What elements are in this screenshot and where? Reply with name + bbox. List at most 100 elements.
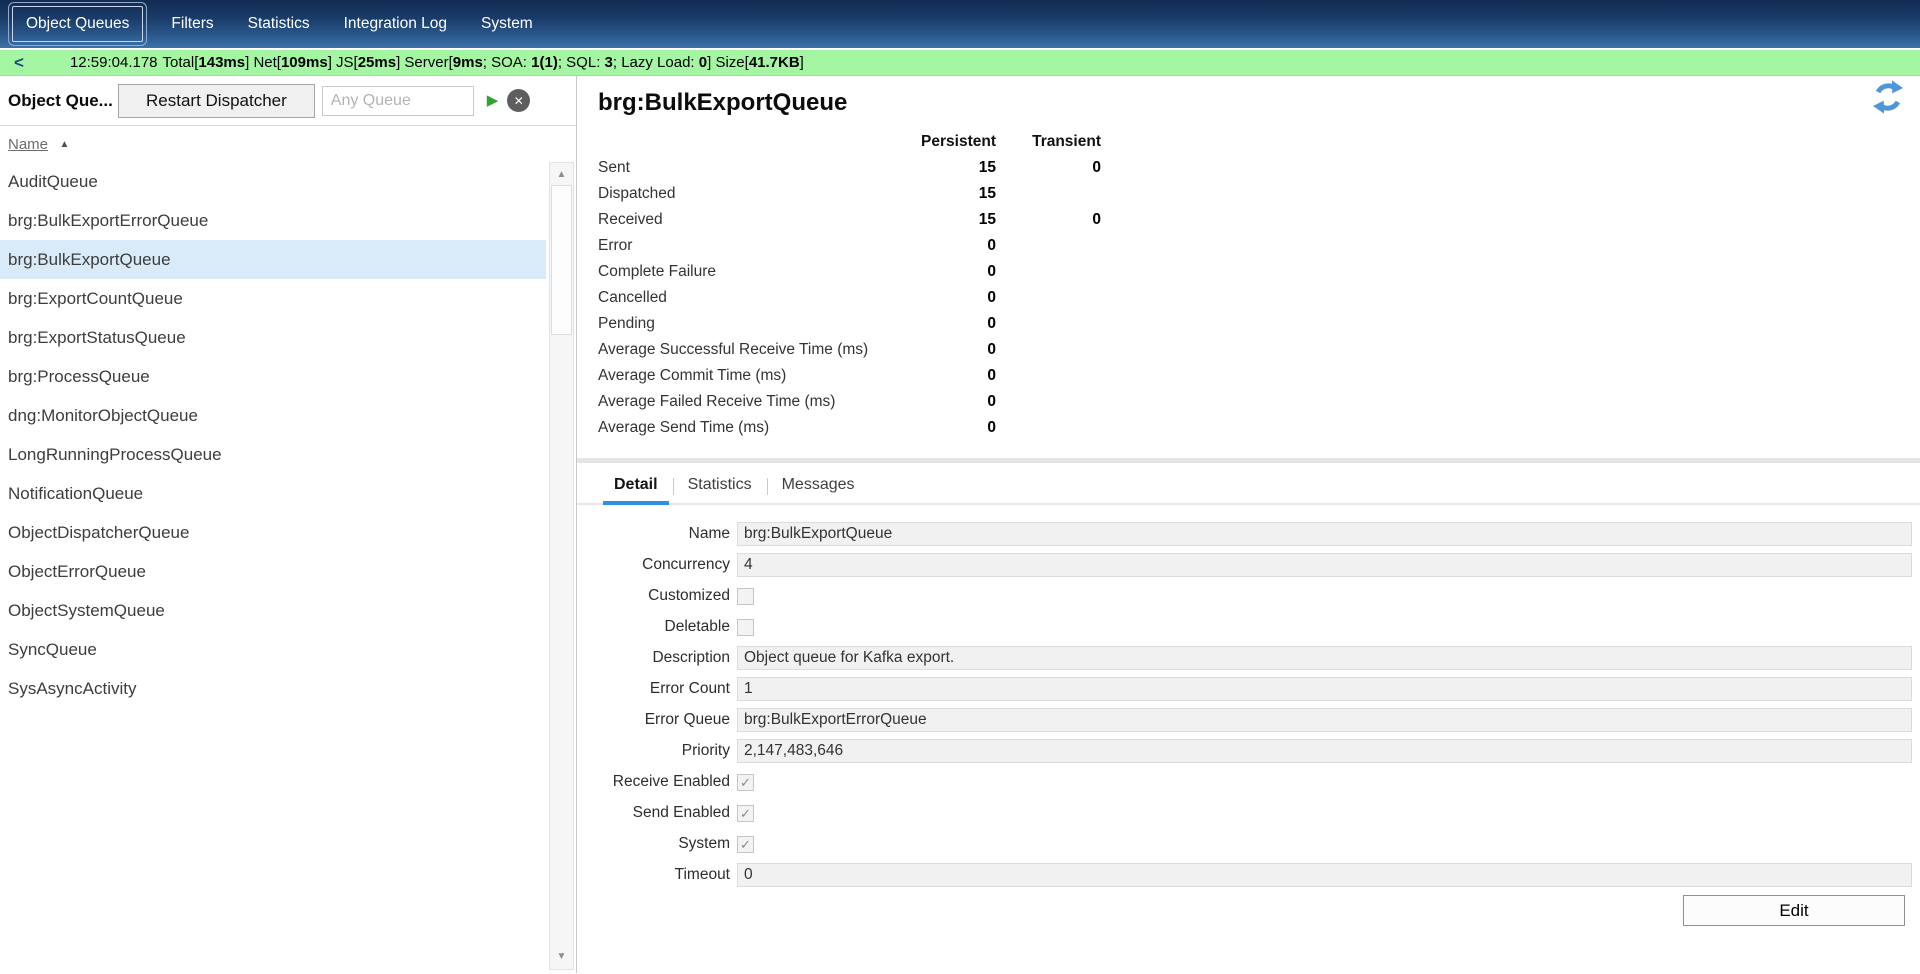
checkbox[interactable]: ✓: [737, 805, 754, 822]
queue-list-item[interactable]: brg:BulkExportErrorQueue: [0, 201, 546, 240]
stat-label: Pending: [598, 315, 920, 333]
close-icon-glyph: ✕: [514, 95, 524, 107]
stat-persistent-value: 0: [920, 263, 996, 281]
queue-name: LongRunningProcessQueue: [8, 445, 222, 465]
nav-item[interactable]: Object Queues: [12, 6, 143, 42]
tab[interactable]: Detail: [599, 469, 673, 503]
field-label: Priority: [598, 742, 730, 760]
refresh-icon[interactable]: [1870, 79, 1906, 115]
text-field[interactable]: [737, 739, 1912, 763]
tab[interactable]: Messages: [767, 469, 870, 503]
scroll-up-icon[interactable]: ▲: [550, 170, 573, 180]
checkbox[interactable]: ✓: [737, 774, 754, 791]
stats-row: Average Successful Receive Time (ms) 0: [598, 337, 1920, 363]
queue-list-item[interactable]: brg:ExportStatusQueue: [0, 318, 546, 357]
queue-name: dng:MonitorObjectQueue: [8, 406, 198, 426]
stat-label: Complete Failure: [598, 263, 920, 281]
queue-list-panel: Object Que... Restart Dispatcher ▶ ✕ Nam…: [0, 76, 577, 973]
tab-label: Statistics: [688, 476, 752, 493]
queue-list-item[interactable]: dng:MonitorObjectQueue: [0, 396, 546, 435]
stat-transient-value: 0: [996, 159, 1101, 177]
perf-metric: ] JS[: [328, 54, 358, 71]
text-field[interactable]: [737, 646, 1912, 670]
queue-list-item[interactable]: ObjectDispatcherQueue: [0, 513, 546, 552]
queue-name: ObjectErrorQueue: [8, 562, 146, 582]
perf-metric: ]: [800, 54, 804, 71]
queue-list-item[interactable]: brg:ProcessQueue: [0, 357, 546, 396]
queue-name: NotificationQueue: [8, 484, 143, 504]
nav-item[interactable]: Filters: [157, 6, 227, 42]
nav-item[interactable]: System: [467, 6, 547, 42]
field-control: ✓: [737, 836, 1912, 853]
run-filter-icon[interactable]: ▶: [487, 93, 499, 108]
queue-search-input[interactable]: [322, 86, 474, 116]
field-label: Timeout: [598, 866, 730, 884]
stats-row: Received 15 0: [598, 207, 1920, 233]
sort-column-name[interactable]: Name: [8, 136, 48, 153]
form-row: Send Enabled ✓: [598, 801, 1912, 825]
queue-list-item[interactable]: LongRunningProcessQueue: [0, 435, 546, 474]
text-field[interactable]: [737, 708, 1912, 732]
queue-detail-panel: brg:BulkExportQueue Persis: [577, 76, 1920, 973]
form-row: Concurrency: [598, 553, 1912, 577]
restart-dispatcher-button[interactable]: Restart Dispatcher: [118, 84, 315, 118]
scroll-down-icon[interactable]: ▼: [550, 952, 573, 962]
queue-list-item[interactable]: AuditQueue: [0, 162, 546, 201]
field-label: Description: [598, 649, 730, 667]
text-field[interactable]: [737, 553, 1912, 577]
edit-button[interactable]: Edit: [1683, 895, 1905, 926]
stat-persistent-value: 0: [920, 315, 996, 333]
scrollbar-thumb[interactable]: [551, 185, 572, 335]
perf-metric: 143ms: [198, 54, 245, 71]
form-row: System ✓: [598, 832, 1912, 856]
queue-list-item[interactable]: SyncQueue: [0, 630, 546, 669]
field-label: Concurrency: [598, 556, 730, 574]
text-field[interactable]: [737, 522, 1912, 546]
nav-item-label: Statistics: [248, 15, 310, 33]
detail-form: Name Concurrency Customized: [598, 522, 1920, 887]
queue-list-item[interactable]: brg:BulkExportQueue: [0, 240, 546, 279]
back-icon[interactable]: <: [14, 54, 24, 71]
scrollbar[interactable]: ▲ ▼: [549, 162, 574, 970]
field-control: [737, 646, 1912, 670]
stat-persistent-value: 0: [920, 393, 996, 411]
queue-list-item[interactable]: ObjectSystemQueue: [0, 591, 546, 630]
form-row: Error Queue: [598, 708, 1912, 732]
field-label: Deletable: [598, 618, 730, 636]
field-label: Send Enabled: [598, 804, 730, 822]
clear-filter-icon[interactable]: ✕: [507, 89, 530, 112]
queue-list: AuditQueue brg:BulkExportErrorQueue brg:…: [0, 162, 546, 973]
form-row: Receive Enabled ✓: [598, 770, 1912, 794]
stats-row: Sent 15 0: [598, 155, 1920, 181]
left-panel-header: Object Que... Restart Dispatcher ▶ ✕: [0, 76, 576, 126]
detail-header: brg:BulkExportQueue: [598, 76, 1908, 117]
panel-title: Object Que...: [6, 91, 118, 111]
stat-persistent-value: 15: [920, 159, 996, 177]
text-field[interactable]: [737, 677, 1912, 701]
nav-item-label: Filters: [171, 15, 213, 33]
tab[interactable]: Statistics: [673, 469, 767, 503]
checkbox[interactable]: ✓: [737, 836, 754, 853]
queue-list-item[interactable]: ObjectErrorQueue: [0, 552, 546, 591]
queue-list-item[interactable]: NotificationQueue: [0, 474, 546, 513]
checkbox[interactable]: ✓: [737, 588, 754, 605]
perf-metric: 1(1): [531, 54, 558, 71]
perf-metric: ] Server[: [396, 54, 453, 71]
page-title: brg:BulkExportQueue: [598, 89, 1908, 117]
check-icon: ✓: [740, 807, 751, 820]
field-label: Error Count: [598, 680, 730, 698]
checkbox[interactable]: ✓: [737, 619, 754, 636]
performance-bar: < 12:59:04.178 Total[143ms] Net[109ms] J…: [0, 50, 1920, 76]
sort-ascending-icon: ▲: [59, 139, 69, 150]
field-label: Error Queue: [598, 711, 730, 729]
text-field[interactable]: [737, 863, 1912, 887]
field-control: [737, 553, 1912, 577]
stats-table: Persistent Transient Sent 15 0 Dispatche…: [598, 129, 1920, 441]
nav-item[interactable]: Statistics: [234, 6, 324, 42]
queue-list-item[interactable]: brg:ExportCountQueue: [0, 279, 546, 318]
stat-label: Received: [598, 211, 920, 229]
queue-list-item[interactable]: SysAsyncActivity: [0, 669, 546, 708]
nav-item[interactable]: Integration Log: [330, 6, 461, 42]
stat-persistent-value: 0: [920, 367, 996, 385]
queue-name: AuditQueue: [8, 172, 98, 192]
